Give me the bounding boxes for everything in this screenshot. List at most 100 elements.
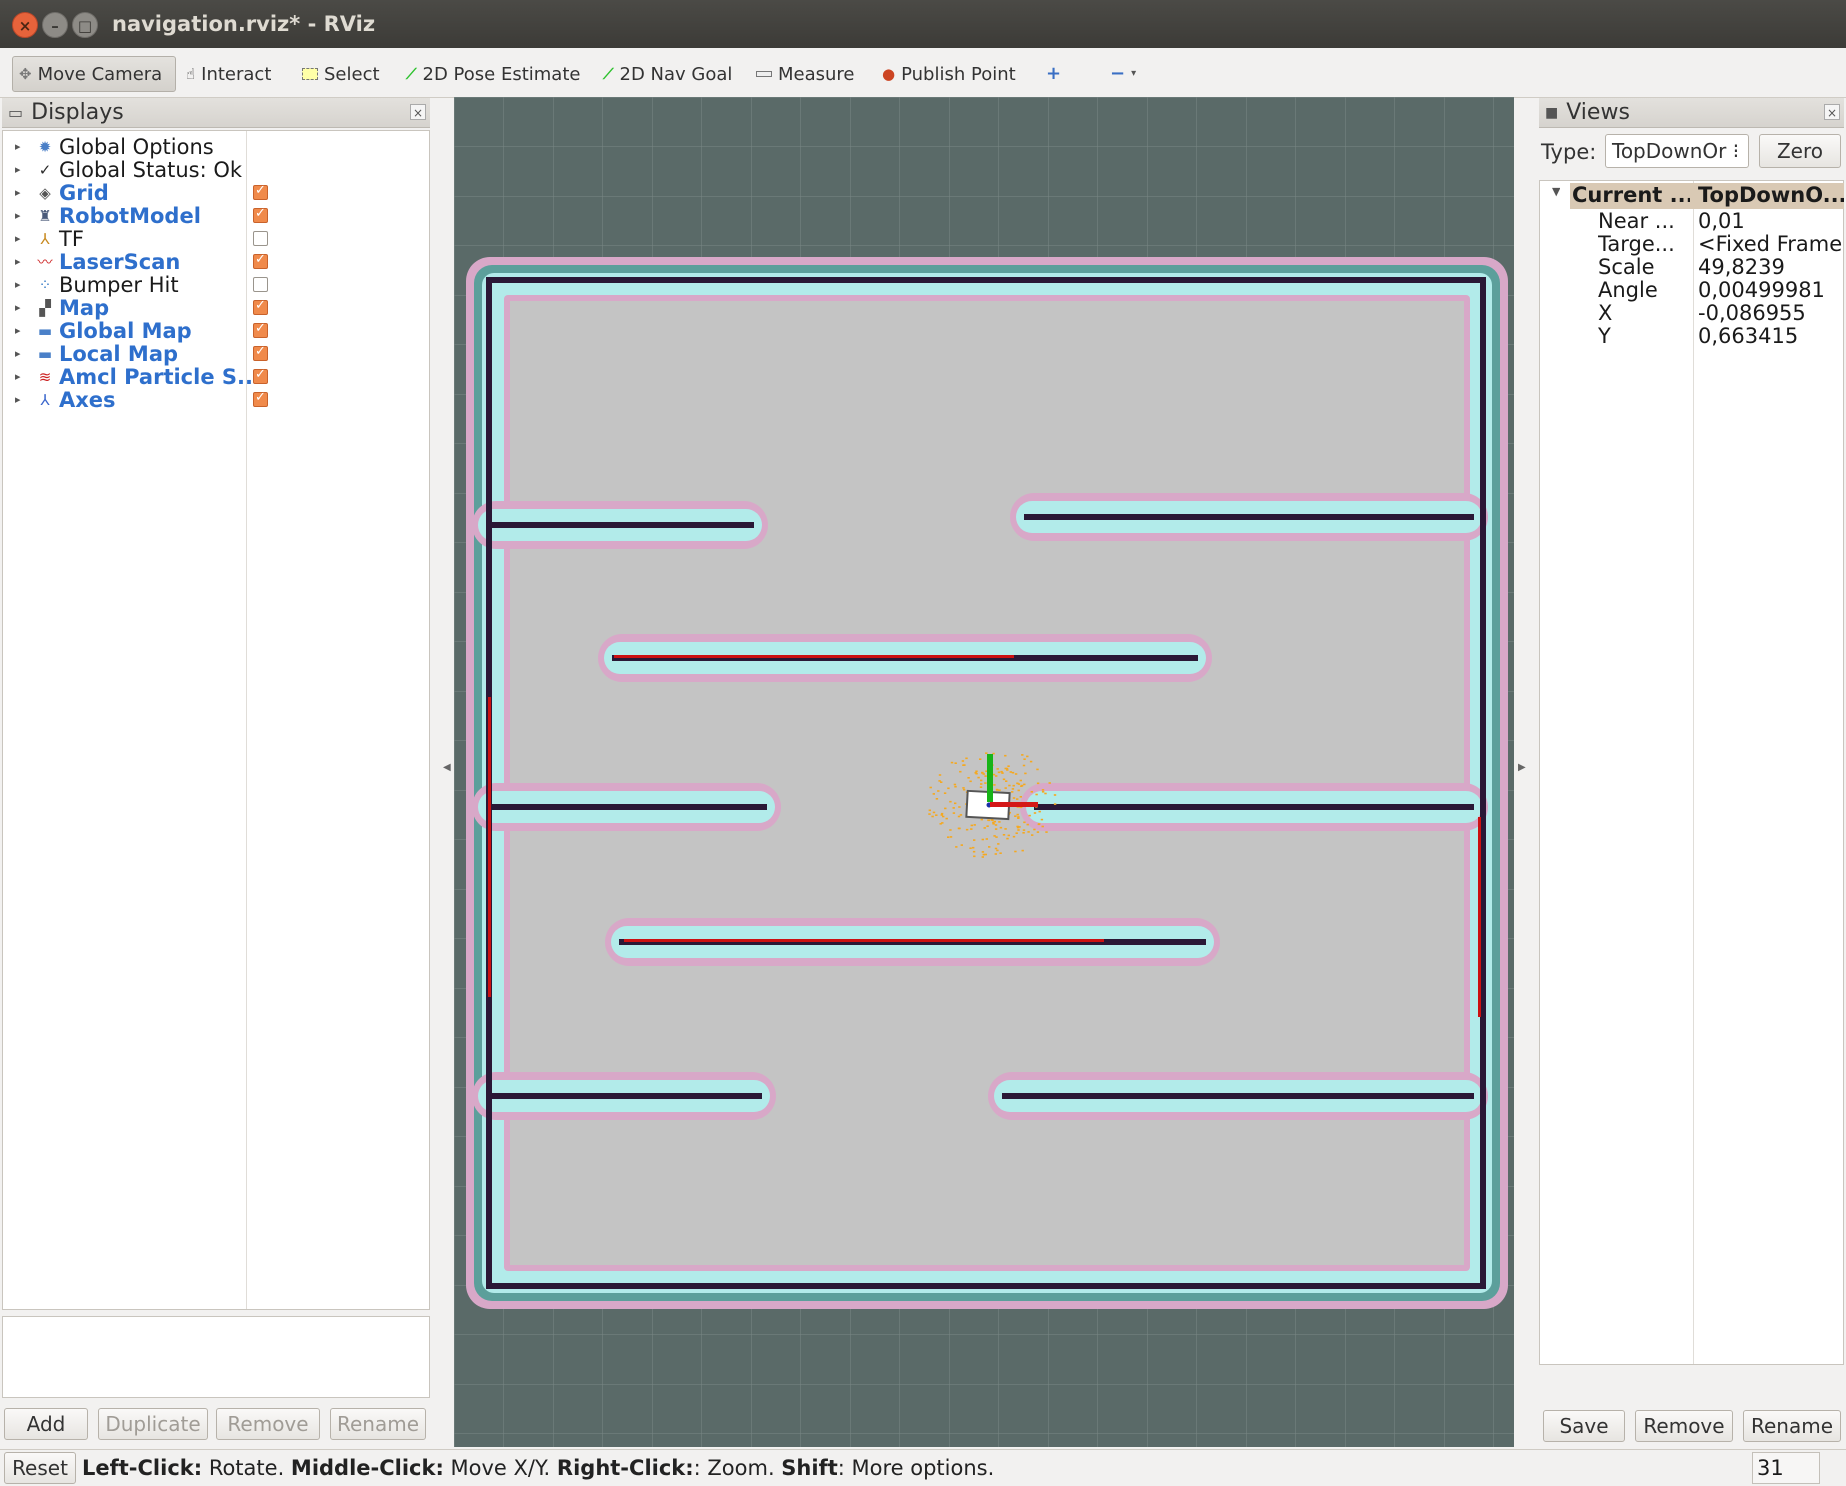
display-enable-checkbox[interactable] xyxy=(253,206,268,223)
particle xyxy=(960,844,963,846)
tool-select[interactable]: Select xyxy=(296,56,386,92)
tool-interact[interactable]: ☝ Interact xyxy=(180,56,277,92)
tool-toolbar: ✥ Move Camera ☝ Interact Select ⟋ 2D Pos… xyxy=(0,48,1846,98)
expand-arrow-icon[interactable]: ▸ xyxy=(15,255,21,268)
close-window-icon[interactable]: × xyxy=(12,12,38,38)
display-enable-checkbox[interactable] xyxy=(253,367,268,384)
particle xyxy=(973,839,976,841)
expand-arrow-icon[interactable]: ▸ xyxy=(15,347,21,360)
expand-arrow-icon[interactable]: ▸ xyxy=(15,393,21,406)
tool-label: 2D Nav Goal xyxy=(619,63,733,85)
particle xyxy=(992,773,996,776)
remove-display-button[interactable]: Remove xyxy=(216,1408,320,1440)
hint-segment: : Zoom. xyxy=(693,1456,782,1480)
expand-arrow-icon[interactable]: ▸ xyxy=(15,140,21,153)
display-enable-checkbox[interactable] xyxy=(253,231,268,246)
particle xyxy=(953,783,957,786)
close-panel-icon[interactable]: × xyxy=(1824,104,1840,120)
particle xyxy=(944,807,947,810)
displays-title: Displays xyxy=(31,100,124,125)
particle xyxy=(1036,768,1039,771)
particle xyxy=(949,836,953,838)
display-enable-checkbox[interactable] xyxy=(253,390,268,407)
laser-hit xyxy=(614,655,1014,658)
tool-publish-point[interactable]: ● Publish Point xyxy=(876,56,1022,92)
laser-icon: 〰 xyxy=(37,253,53,271)
display-enable-checkbox[interactable] xyxy=(253,183,268,200)
display-enable-checkbox[interactable] xyxy=(253,344,268,361)
particle xyxy=(1053,794,1057,796)
view-type-select[interactable]: TopDownOr ⁝ xyxy=(1605,134,1749,168)
checkmark-icon: ✓ xyxy=(38,160,52,179)
hint-segment: Middle-Click: xyxy=(290,1456,444,1480)
particle xyxy=(931,815,934,818)
particle xyxy=(988,846,991,848)
particle xyxy=(1036,782,1040,785)
particle xyxy=(949,829,952,831)
particle xyxy=(947,787,950,790)
expand-arrow-icon[interactable]: ▸ xyxy=(15,163,21,176)
expand-arrow-icon[interactable]: ▼ xyxy=(1552,185,1560,212)
display-enable-checkbox[interactable] xyxy=(253,277,268,292)
particle xyxy=(1048,782,1051,784)
particle xyxy=(1012,835,1016,838)
particle xyxy=(977,776,980,779)
particle xyxy=(991,819,994,821)
left-splitter-arrow-icon[interactable]: ◀ xyxy=(443,762,451,773)
rename-display-button[interactable]: Rename xyxy=(330,1408,426,1440)
close-panel-icon[interactable]: × xyxy=(410,104,426,120)
save-view-button[interactable]: Save xyxy=(1543,1410,1625,1442)
laser-hit xyxy=(624,939,1104,942)
minimize-window-icon[interactable]: – xyxy=(42,12,68,38)
display-item-axes[interactable]: ▸ ⅄ Axes xyxy=(3,386,429,413)
outer-wall-bottom xyxy=(486,1283,1486,1289)
tool-2d-nav-goal[interactable]: ⟋ 2D Nav Goal xyxy=(597,56,738,92)
duplicate-display-button[interactable]: Duplicate xyxy=(98,1408,208,1440)
expand-arrow-icon[interactable]: ▸ xyxy=(15,232,21,245)
rename-view-button[interactable]: Rename xyxy=(1743,1410,1841,1442)
expand-arrow-icon[interactable]: ▸ xyxy=(15,186,21,199)
reset-button[interactable]: Reset xyxy=(4,1452,76,1484)
particle xyxy=(1011,788,1015,790)
expand-arrow-icon[interactable]: ▸ xyxy=(15,370,21,383)
add-tool-button[interactable]: + xyxy=(1040,56,1067,92)
column-divider xyxy=(1693,181,1694,1364)
view-property-value[interactable]: 0,663415 xyxy=(1698,324,1844,351)
remove-tool-button[interactable]: − ▾ xyxy=(1104,56,1142,92)
expand-arrow-icon[interactable]: ▸ xyxy=(15,301,21,314)
particle xyxy=(996,768,999,770)
view-type-label: Type: xyxy=(1541,140,1597,164)
particle xyxy=(938,774,942,776)
particle xyxy=(1040,818,1044,821)
expand-arrow-icon[interactable]: ▸ xyxy=(15,278,21,291)
tool-2d-pose-estimate[interactable]: ⟋ 2D Pose Estimate xyxy=(400,56,586,92)
zero-view-button[interactable]: Zero xyxy=(1759,134,1841,168)
robot-icon: ♜ xyxy=(38,206,52,225)
green-arrow-icon: ⟋ xyxy=(603,64,614,83)
display-enable-checkbox[interactable] xyxy=(253,298,268,315)
display-enable-checkbox[interactable] xyxy=(253,321,268,338)
view-property-name: Y xyxy=(1598,324,1611,348)
particle xyxy=(984,782,987,784)
expand-arrow-icon[interactable]: ▸ xyxy=(15,209,21,222)
particle xyxy=(980,783,983,785)
particle xyxy=(965,828,969,831)
display-enable-checkbox[interactable] xyxy=(253,252,268,269)
particle xyxy=(1024,772,1027,775)
tool-move-camera[interactable]: ✥ Move Camera xyxy=(12,56,176,92)
expand-arrow-icon[interactable]: ▸ xyxy=(15,324,21,337)
folder-icon: ▬ xyxy=(37,344,53,363)
right-splitter-arrow-icon[interactable]: ▶ xyxy=(1518,762,1526,773)
map-view[interactable] xyxy=(454,97,1514,1447)
add-display-button[interactable]: Add xyxy=(4,1408,88,1440)
render-viewport[interactable] xyxy=(454,97,1514,1447)
particle xyxy=(1033,812,1037,814)
particle xyxy=(1023,758,1026,760)
display-item-label: RobotModel xyxy=(59,203,201,228)
particle xyxy=(993,835,996,837)
tool-measure[interactable]: Measure xyxy=(750,56,861,92)
remove-view-button[interactable]: Remove xyxy=(1635,1410,1733,1442)
maximize-window-icon[interactable]: □ xyxy=(72,12,98,38)
folder-icon: ▬ xyxy=(37,321,53,340)
particle xyxy=(1045,831,1048,833)
